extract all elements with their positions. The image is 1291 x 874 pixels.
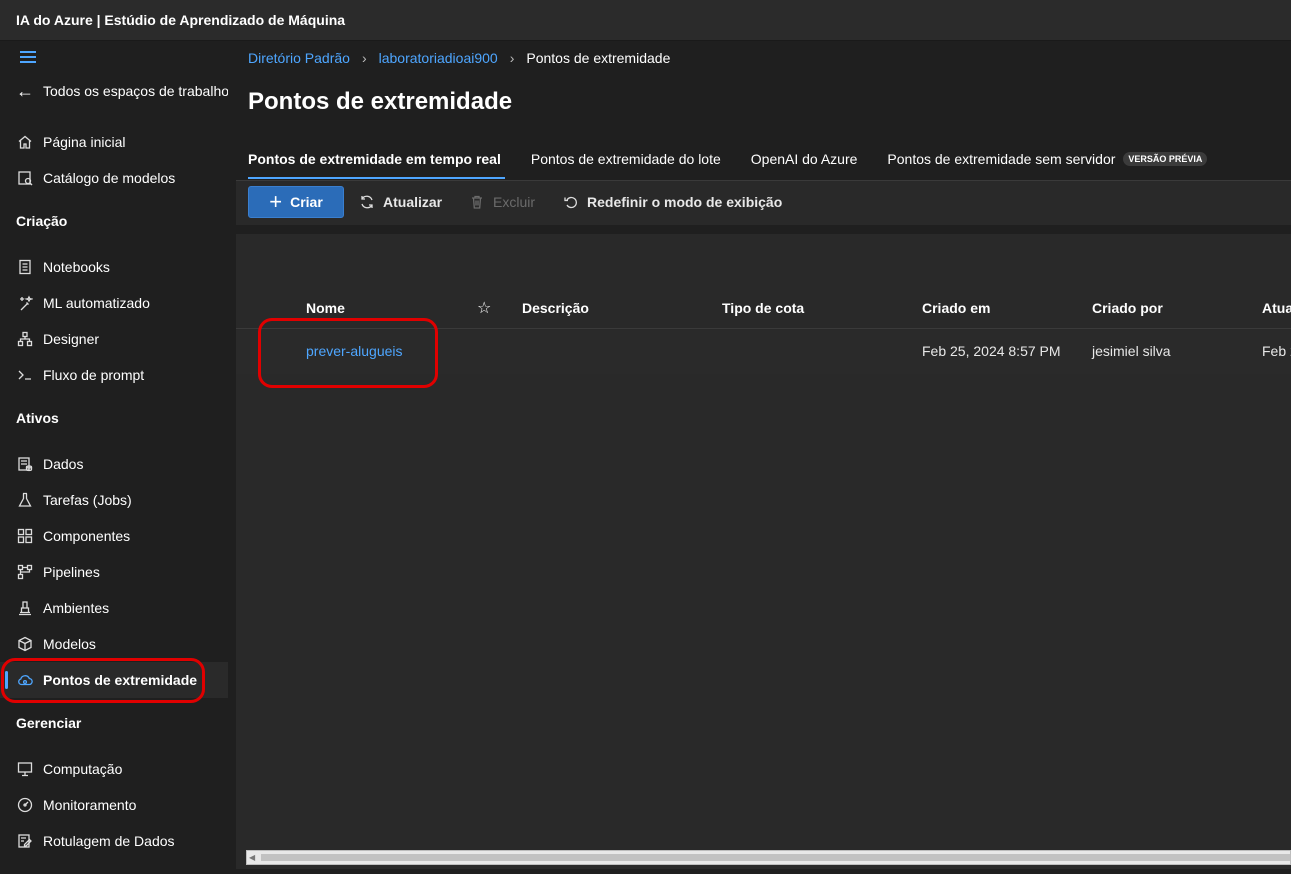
sidebar-item-jobs[interactable]: Tarefas (Jobs) (0, 482, 228, 518)
sidebar-item-designer[interactable]: Designer (0, 321, 228, 357)
tab-realtime-endpoints[interactable]: Pontos de extremidade em tempo real (248, 143, 505, 179)
command-bar: + Criar Atualizar Excluir Redefinir o mo… (236, 181, 1291, 225)
column-header-created-by[interactable]: Criado por (1092, 300, 1163, 316)
annotation-oval-endpoint (258, 318, 438, 388)
environment-icon (16, 599, 34, 617)
delete-button[interactable]: Excluir (468, 193, 535, 210)
section-heading-gerenciar: Gerenciar (16, 715, 82, 731)
prompt-flow-icon (16, 366, 34, 384)
tab-bar: Pontos de extremidade em tempo real Pont… (248, 143, 1237, 179)
column-header-updated[interactable]: Atua (1262, 300, 1291, 316)
back-label: Todos os espaços de trabalho (43, 83, 228, 99)
cell-created-at: Feb 25, 2024 8:57 PM (922, 343, 1061, 359)
breadcrumb: Diretório Padrão › laboratoriadioai900 ›… (248, 50, 670, 66)
label-edit-icon (16, 832, 34, 850)
column-header-name[interactable]: Nome (306, 300, 345, 316)
tab-batch-endpoints[interactable]: Pontos de extremidade do lote (531, 143, 721, 179)
chevron-right-icon: › (509, 50, 515, 66)
hamburger-menu-icon[interactable] (20, 51, 36, 63)
top-bar: IA do Azure | Estúdio de Aprendizado de … (0, 0, 1291, 41)
tab-azure-openai[interactable]: OpenAI do Azure (751, 143, 858, 179)
tab-serverless-endpoints[interactable]: Pontos de extremidade sem servidor VERSÃ… (887, 143, 1208, 179)
sidebar-item-monitoramento[interactable]: Monitoramento (0, 787, 228, 823)
monitor-icon (16, 760, 34, 778)
sidebar-item-rotulagem[interactable]: Rotulagem de Dados (0, 823, 228, 859)
refresh-icon (358, 193, 375, 210)
automl-icon (16, 294, 34, 312)
breadcrumb-directory[interactable]: Diretório Padrão (248, 50, 350, 66)
sidebar-item-componentes[interactable]: Componentes (0, 518, 228, 554)
cell-created-by: jesimiel silva (1092, 343, 1171, 359)
preview-badge: VERSÃO PRÉVIA (1123, 152, 1208, 166)
reset-view-button[interactable]: Redefinir o modo de exibição (562, 193, 782, 210)
arrow-left-icon: ← (16, 81, 34, 101)
cell-updated: Feb 2 (1262, 343, 1291, 359)
refresh-button[interactable]: Atualizar (358, 193, 442, 210)
sidebar-item-computacao[interactable]: Computação (0, 751, 228, 787)
cube-icon (16, 635, 34, 653)
trash-icon (468, 193, 485, 210)
data-icon (16, 455, 34, 473)
column-header-description[interactable]: Descrição (522, 300, 589, 316)
create-button[interactable]: + Criar (248, 186, 344, 218)
scroll-left-icon[interactable]: ◀ (249, 853, 258, 862)
undo-icon (562, 193, 579, 210)
sidebar-item-automl[interactable]: ML automatizado (0, 285, 228, 321)
designer-icon (16, 330, 34, 348)
notebook-icon (16, 258, 34, 276)
components-icon (16, 527, 34, 545)
sidebar-item-model-catalog[interactable]: Catálogo de modelos (0, 160, 228, 196)
plus-icon: + (269, 189, 283, 214)
sidebar-item-home[interactable]: Página inicial (0, 124, 228, 160)
page-title: Pontos de extremidade (248, 88, 513, 115)
sidebar-item-dados[interactable]: Dados (0, 446, 228, 482)
sidebar-item-ambientes[interactable]: Ambientes (0, 590, 228, 626)
gauge-icon (16, 796, 34, 814)
chevron-right-icon: › (361, 50, 367, 66)
scrollbar-thumb[interactable] (261, 854, 1290, 861)
horizontal-scrollbar[interactable]: ◀ (246, 850, 1291, 865)
star-icon[interactable]: ☆ (477, 298, 491, 318)
sidebar: ← Todos os espaços de trabalho Página in… (0, 41, 228, 874)
catalog-icon (16, 169, 34, 187)
back-to-workspaces-link[interactable]: ← Todos os espaços de trabalho (16, 82, 228, 100)
section-heading-criacao: Criação (16, 213, 68, 229)
pipeline-icon (16, 563, 34, 581)
sidebar-item-pipelines[interactable]: Pipelines (0, 554, 228, 590)
main-content: Diretório Padrão › laboratoriadioai900 ›… (228, 41, 1291, 874)
section-heading-ativos: Ativos (16, 410, 59, 426)
sidebar-item-modelos[interactable]: Modelos (0, 626, 228, 662)
flask-icon (16, 491, 34, 509)
home-icon (16, 133, 34, 151)
app-title[interactable]: IA do Azure | Estúdio de Aprendizado de … (16, 12, 345, 28)
sidebar-item-prompt-flow[interactable]: Fluxo de prompt (0, 357, 228, 393)
column-header-created-at[interactable]: Criado em (922, 300, 990, 316)
sidebar-item-notebooks[interactable]: Notebooks (0, 249, 228, 285)
breadcrumb-current: Pontos de extremidade (526, 50, 671, 66)
breadcrumb-workspace[interactable]: laboratoriadioai900 (379, 50, 498, 66)
column-header-quota-type[interactable]: Tipo de cota (722, 300, 804, 316)
annotation-oval-sidebar (1, 658, 205, 703)
